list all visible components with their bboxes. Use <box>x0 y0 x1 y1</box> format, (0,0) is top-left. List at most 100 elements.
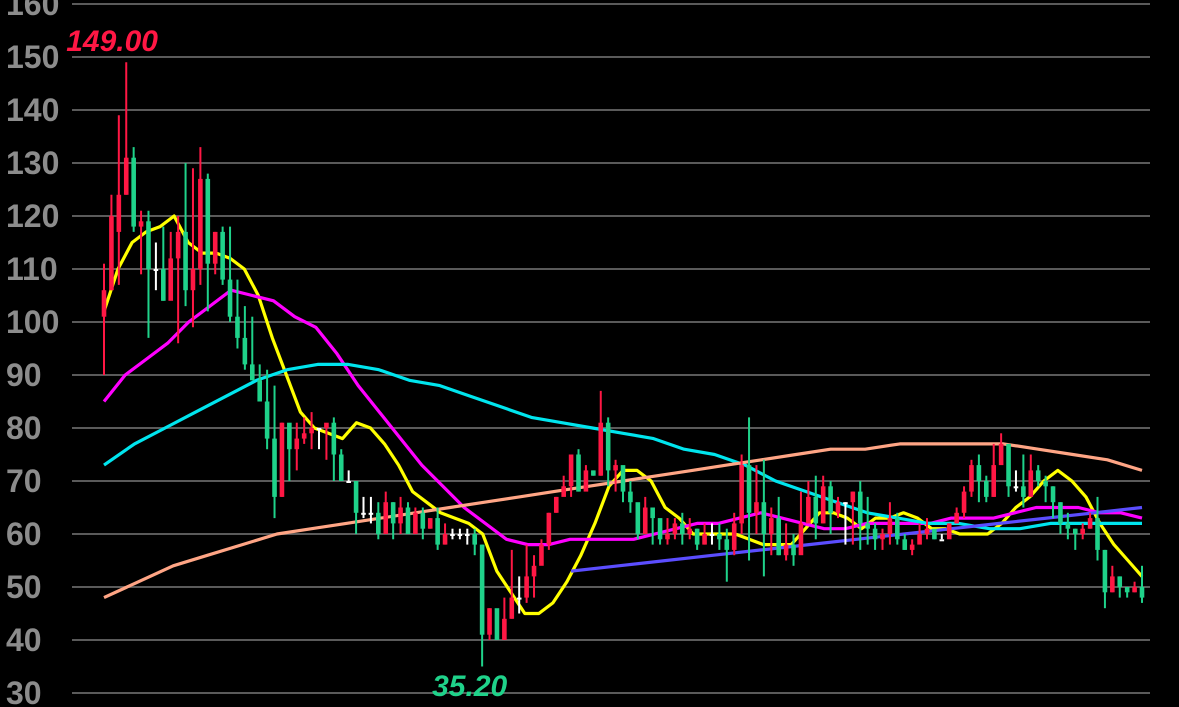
candle-body-24 <box>279 422 285 497</box>
candle-body-14 <box>205 178 211 264</box>
candle-body-134 <box>1095 518 1100 550</box>
y-tick-label-120: 120 <box>6 198 59 234</box>
candle-body-11 <box>183 231 188 291</box>
candle-body-115 <box>954 512 959 524</box>
candle-body-68 <box>605 422 611 471</box>
y-tick-label-140: 140 <box>6 92 59 128</box>
candle-body-74 <box>650 507 655 519</box>
candle-body-43 <box>420 512 426 529</box>
y-tick-label-30: 30 <box>6 675 42 707</box>
candle-body-104 <box>872 528 878 540</box>
candle-body-40 <box>398 507 403 524</box>
candlestick-chart: 30 40 50 60 70 80 90 100 110 120 130 140 150 160 149.… <box>6 0 1150 707</box>
candle-body-0 <box>101 290 107 317</box>
candle-body-21 <box>257 380 262 402</box>
candle-body-112 <box>932 528 937 540</box>
candle-body-76 <box>665 534 670 540</box>
candle-body-116 <box>961 491 967 513</box>
y-tick-label-70: 70 <box>6 463 42 499</box>
y-axis-ticks: 30 40 50 60 70 80 90 100 110 120 130 140 150 160 <box>6 0 59 707</box>
candle-body-85 <box>731 523 737 550</box>
candle-body-47 <box>450 534 455 536</box>
candle-body-120 <box>991 465 997 497</box>
candle-body-137 <box>1117 576 1123 587</box>
candle-body-102 <box>857 491 863 524</box>
candle-body-44 <box>427 518 433 529</box>
candle-body-52 <box>487 608 492 635</box>
candle-body-17 <box>227 279 233 317</box>
candle-body-13 <box>198 178 203 269</box>
candle-body-91 <box>776 518 781 556</box>
candle-body-126 <box>1035 470 1041 481</box>
candle-body-33 <box>346 481 351 483</box>
y-tick-label-100: 100 <box>6 304 59 340</box>
candle-body-72 <box>635 502 641 534</box>
candle-body-46 <box>442 534 448 545</box>
candle-body-94 <box>798 523 804 556</box>
candle-body-60 <box>546 512 552 545</box>
high-price-label: 149.00 <box>66 25 158 58</box>
candle-body-133 <box>1087 518 1093 529</box>
candle-body-84 <box>724 539 730 550</box>
candle-body-4 <box>131 157 136 227</box>
y-tick-label-50: 50 <box>6 569 42 605</box>
y-tick-label-110: 110 <box>6 251 58 287</box>
candle-body-22 <box>264 401 270 439</box>
candle-body-88 <box>754 502 759 513</box>
candle-body-69 <box>613 465 618 471</box>
candle-body-82 <box>709 534 715 536</box>
candle-body-79 <box>687 528 693 534</box>
candle-body-135 <box>1102 549 1108 593</box>
candle-body-118 <box>976 465 982 481</box>
candle-body-23 <box>272 438 277 497</box>
candle-body-103 <box>865 523 870 529</box>
candle-body-129 <box>1058 502 1063 524</box>
candle-body-62 <box>561 486 566 497</box>
candle-body-56 <box>516 597 522 600</box>
candle-body-136 <box>1110 576 1115 593</box>
candle-body-124 <box>1021 486 1026 497</box>
candle-body-127 <box>1043 481 1048 487</box>
moving-average-lines <box>102 214 1144 616</box>
candle-body-70 <box>620 465 626 492</box>
y-tick-label-80: 80 <box>6 410 42 446</box>
candle-body-114 <box>946 523 952 540</box>
candle-body-125 <box>1028 470 1034 497</box>
candle-body-38 <box>383 502 389 534</box>
candle-body-58 <box>531 565 537 577</box>
candle-body-86 <box>739 465 744 524</box>
candle-body-37 <box>376 512 381 534</box>
candles <box>101 62 1145 667</box>
ma-line-1 <box>102 288 1143 547</box>
candle-body-61 <box>553 496 559 513</box>
candle-body-57 <box>524 576 529 598</box>
candle-body-87 <box>746 465 752 513</box>
y-tick-label-60: 60 <box>6 516 42 552</box>
candle-body-25 <box>287 422 292 450</box>
candle-body-16 <box>220 231 225 280</box>
candle-body-77 <box>672 523 678 534</box>
candle-body-48 <box>457 534 463 536</box>
y-tick-label-150: 150 <box>6 39 59 75</box>
candle-body-35 <box>361 512 366 515</box>
candle-body-9 <box>168 258 174 301</box>
candle-body-139 <box>1132 587 1137 593</box>
candle-body-30 <box>324 422 329 428</box>
candle-body-39 <box>390 502 396 524</box>
candle-body-97 <box>820 486 826 524</box>
candle-body-2 <box>116 194 122 232</box>
candle-body-123 <box>1013 486 1019 489</box>
ma-line-4 <box>570 505 1143 573</box>
candle-body-18 <box>235 316 240 338</box>
candle-body-130 <box>1065 523 1071 529</box>
candle-body-41 <box>405 507 411 534</box>
candle-body-99 <box>835 502 841 513</box>
candle-body-100 <box>843 502 848 505</box>
candle-body-83 <box>717 534 722 540</box>
candle-body-107 <box>895 518 900 540</box>
candle-body-28 <box>309 428 314 434</box>
candle-body-36 <box>368 512 374 515</box>
candle-body-131 <box>1072 528 1078 534</box>
candle-body-92 <box>783 544 789 556</box>
candle-body-12 <box>190 269 196 291</box>
